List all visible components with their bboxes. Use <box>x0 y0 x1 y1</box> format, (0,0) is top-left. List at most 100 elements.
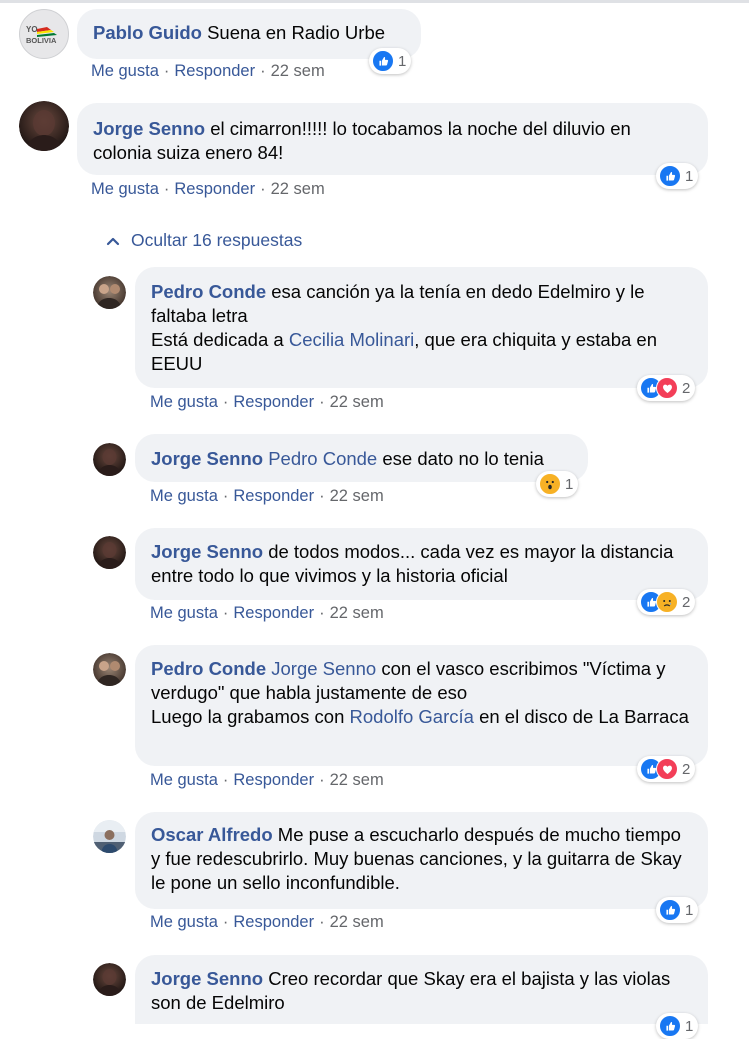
comment-text: Suena en Radio Urbe <box>201 22 386 43</box>
separator: · <box>222 771 229 789</box>
reply-text: en el disco de La Barraca <box>473 706 689 727</box>
wow-reaction-icon <box>539 473 561 495</box>
avatar[interactable]: YO BOLIVIA <box>19 9 69 59</box>
like-button[interactable]: Me gusta <box>150 913 218 931</box>
reply-author[interactable]: Jorge Senno <box>151 541 263 562</box>
reaction-count: 1 <box>398 52 407 70</box>
separator: · <box>222 487 229 505</box>
comment-bubble: Jorge Senno el cimarron!!!!! lo tocabamo… <box>77 103 708 175</box>
separator: · <box>260 62 266 80</box>
separator: · <box>319 393 325 411</box>
avatar[interactable] <box>93 820 126 853</box>
sad-reaction-icon <box>656 591 678 613</box>
avatar-text-bottom: BOLIVIA <box>26 36 57 45</box>
mention-link[interactable]: Cecilia Molinari <box>289 329 414 350</box>
avatar[interactable] <box>93 536 126 569</box>
reply-actions: Me gusta · Responder · 22 sem <box>150 604 384 623</box>
separator: · <box>163 180 170 198</box>
reply-author[interactable]: Oscar Alfredo <box>151 824 273 845</box>
like-reaction-icon <box>372 50 394 72</box>
reply-button[interactable]: Responder <box>233 913 314 931</box>
comment-actions: Me gusta · Responder · 22 sem <box>91 62 325 81</box>
reaction-summary[interactable]: 1 <box>536 471 579 497</box>
separator: · <box>260 180 266 198</box>
comment-author[interactable]: Pablo Guido <box>93 22 202 43</box>
like-button[interactable]: Me gusta <box>150 604 218 622</box>
like-button[interactable]: Me gusta <box>91 180 159 198</box>
reply-button[interactable]: Responder <box>233 393 314 411</box>
reply-actions: Me gusta · Responder · 22 sem <box>150 487 384 506</box>
reply-text: Está dedicada a <box>151 329 289 350</box>
reply-bubble: Pedro Conde esa canción ya la tenía en d… <box>135 267 708 388</box>
reaction-count: 2 <box>682 593 691 611</box>
hide-replies-button[interactable]: Ocultar 16 respuestas <box>105 230 302 251</box>
comment-time[interactable]: 22 sem <box>271 62 325 80</box>
reply-text: Luego la grabamos con <box>151 706 350 727</box>
mention-link[interactable]: Jorge Senno <box>271 658 376 679</box>
comment-author[interactable]: Jorge Senno <box>93 118 205 139</box>
avatar[interactable] <box>93 276 126 309</box>
hide-replies-label: Ocultar 16 respuestas <box>131 230 303 250</box>
avatar[interactable] <box>93 653 126 686</box>
separator: · <box>222 604 229 622</box>
reply-bubble: Jorge Senno Creo recordar que Skay era e… <box>135 955 708 1024</box>
reply-text: ese dato no lo tenia <box>377 448 544 469</box>
reply-actions: Me gusta · Responder · 22 sem <box>150 913 384 932</box>
reply-actions: Me gusta · Responder · 22 sem <box>150 771 384 790</box>
like-reaction-icon <box>659 165 681 187</box>
reply-author[interactable]: Pedro Conde <box>151 281 266 302</box>
separator: · <box>222 393 229 411</box>
reply-author[interactable]: Jorge Senno <box>151 968 263 989</box>
reply-bubble: Jorge Senno de todos modos... cada vez e… <box>135 528 708 600</box>
reaction-count: 1 <box>685 1017 694 1035</box>
reaction-count: 2 <box>682 760 691 778</box>
comment-actions: Me gusta · Responder · 22 sem <box>91 180 325 199</box>
reaction-summary[interactable]: 1 <box>369 48 412 74</box>
like-button[interactable]: Me gusta <box>91 62 159 80</box>
love-reaction-icon <box>656 377 678 399</box>
reaction-summary[interactable]: 2 <box>637 756 696 782</box>
reaction-summary[interactable]: 2 <box>637 375 696 401</box>
reply-button[interactable]: Responder <box>233 487 314 505</box>
mention-link[interactable]: Pedro Conde <box>268 448 377 469</box>
reply-bubble: Oscar Alfredo Me puse a escucharlo despu… <box>135 812 708 909</box>
top-divider <box>0 0 749 3</box>
like-reaction-icon <box>659 1015 681 1037</box>
reply-author[interactable]: Pedro Conde <box>151 658 266 679</box>
reply-time[interactable]: 22 sem <box>330 487 384 505</box>
avatar[interactable] <box>19 101 69 151</box>
separator: · <box>319 487 325 505</box>
comment-time[interactable]: 22 sem <box>271 180 325 198</box>
like-reaction-icon <box>659 899 681 921</box>
reply-button[interactable]: Responder <box>233 771 314 789</box>
reply-button[interactable]: Responder <box>174 62 255 80</box>
avatar[interactable] <box>93 443 126 476</box>
separator: · <box>319 604 325 622</box>
reaction-count: 2 <box>682 379 691 397</box>
reply-author[interactable]: Jorge Senno <box>151 448 263 469</box>
separator: · <box>163 62 170 80</box>
reaction-count: 1 <box>685 901 694 919</box>
chevron-up-icon <box>105 233 121 249</box>
reply-time[interactable]: 22 sem <box>330 604 384 622</box>
like-button[interactable]: Me gusta <box>150 393 218 411</box>
reaction-summary[interactable]: 1 <box>656 897 699 923</box>
comment-bubble: Pablo Guido Suena en Radio Urbe <box>77 9 421 59</box>
like-button[interactable]: Me gusta <box>150 771 218 789</box>
avatar[interactable] <box>93 963 126 996</box>
reply-time[interactable]: 22 sem <box>330 393 384 411</box>
reply-button[interactable]: Responder <box>174 180 255 198</box>
reply-button[interactable]: Responder <box>233 604 314 622</box>
love-reaction-icon <box>656 758 678 780</box>
mention-link[interactable]: Rodolfo García <box>350 706 474 727</box>
separator: · <box>319 913 325 931</box>
like-button[interactable]: Me gusta <box>150 487 218 505</box>
reaction-summary[interactable]: 2 <box>637 589 696 615</box>
yo-soy-bolivia-logo-icon: YO BOLIVIA <box>24 24 64 45</box>
reaction-summary[interactable]: 1 <box>656 1013 699 1039</box>
reply-bubble: Jorge Senno Pedro Conde ese dato no lo t… <box>135 434 588 482</box>
reaction-count: 1 <box>685 167 694 185</box>
reaction-summary[interactable]: 1 <box>656 163 699 189</box>
reply-time[interactable]: 22 sem <box>330 771 384 789</box>
reply-time[interactable]: 22 sem <box>330 913 384 931</box>
